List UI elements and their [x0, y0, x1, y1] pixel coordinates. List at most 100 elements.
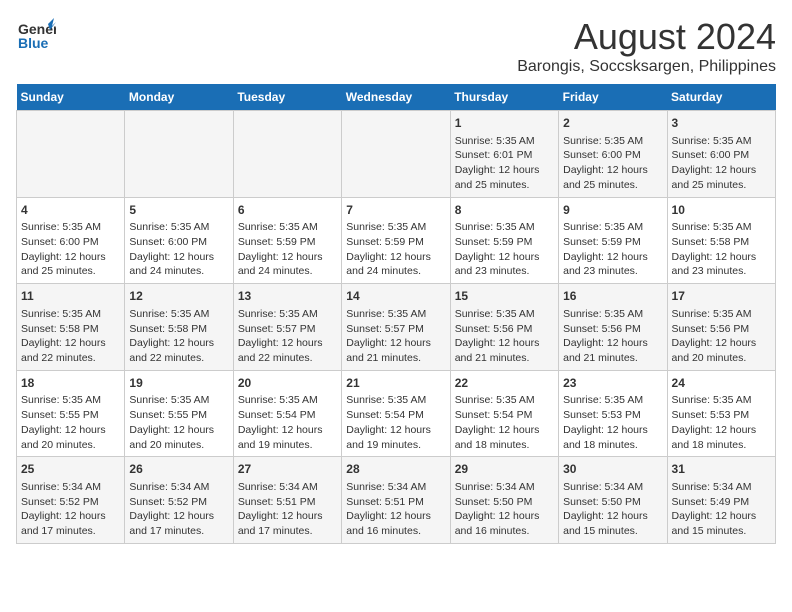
header-sunday: Sunday — [17, 84, 125, 111]
day-number: 29 — [455, 461, 554, 478]
day-info: Sunrise: 5:35 AM Sunset: 5:56 PM Dayligh… — [563, 307, 662, 366]
calendar-cell — [233, 111, 341, 198]
day-number: 16 — [563, 288, 662, 305]
calendar-cell: 13 Sunrise: 5:35 AM Sunset: 5:57 PM Dayli… — [233, 284, 341, 371]
day-info: Sunrise: 5:35 AM Sunset: 5:53 PM Dayligh… — [563, 393, 662, 452]
day-info: Sunrise: 5:35 AM Sunset: 5:59 PM Dayligh… — [563, 220, 662, 279]
calendar-cell: 25 Sunrise: 5:34 AM Sunset: 5:52 PM Dayli… — [17, 457, 125, 544]
calendar-week-row: 11 Sunrise: 5:35 AM Sunset: 5:58 PM Dayli… — [17, 284, 776, 371]
day-number: 19 — [129, 375, 228, 392]
day-number: 17 — [672, 288, 771, 305]
day-info: Sunrise: 5:35 AM Sunset: 5:55 PM Dayligh… — [21, 393, 120, 452]
day-info: Sunrise: 5:34 AM Sunset: 5:52 PM Dayligh… — [129, 480, 228, 539]
day-number: 24 — [672, 375, 771, 392]
calendar-cell: 31Sunrise: 5:34 AM Sunset: 5:49 PM Dayli… — [667, 457, 775, 544]
header-saturday: Saturday — [667, 84, 775, 111]
header-friday: Friday — [559, 84, 667, 111]
day-info: Sunrise: 5:34 AM Sunset: 5:50 PM Dayligh… — [455, 480, 554, 539]
day-number: 28 — [346, 461, 445, 478]
day-number: 5 — [129, 202, 228, 219]
calendar-cell: 15 Sunrise: 5:35 AM Sunset: 5:56 PM Dayli… — [450, 284, 558, 371]
calendar-cell: 9Sunrise: 5:35 AM Sunset: 5:59 PM Daylig… — [559, 197, 667, 284]
calendar-cell: 26 Sunrise: 5:34 AM Sunset: 5:52 PM Dayli… — [125, 457, 233, 544]
day-number: 6 — [238, 202, 337, 219]
day-info: Sunrise: 5:34 AM Sunset: 5:51 PM Dayligh… — [346, 480, 445, 539]
day-info: Sunrise: 5:35 AM Sunset: 5:57 PM Dayligh… — [238, 307, 337, 366]
calendar-cell: 16 Sunrise: 5:35 AM Sunset: 5:56 PM Dayli… — [559, 284, 667, 371]
calendar-cell: 22Sunrise: 5:35 AM Sunset: 5:54 PM Dayli… — [450, 370, 558, 457]
day-number: 10 — [672, 202, 771, 219]
calendar-cell: 11 Sunrise: 5:35 AM Sunset: 5:58 PM Dayli… — [17, 284, 125, 371]
day-number: 12 — [129, 288, 228, 305]
logo-icon: General Blue — [16, 16, 56, 56]
day-info: Sunrise: 5:35 AM Sunset: 6:01 PM Dayligh… — [455, 134, 554, 193]
day-info: Sunrise: 5:35 AM Sunset: 5:58 PM Dayligh… — [672, 220, 771, 279]
day-number: 27 — [238, 461, 337, 478]
day-number: 8 — [455, 202, 554, 219]
day-number: 25 — [21, 461, 120, 478]
calendar-cell: 7Sunrise: 5:35 AM Sunset: 5:59 PM Daylig… — [342, 197, 450, 284]
day-info: Sunrise: 5:35 AM Sunset: 5:59 PM Dayligh… — [238, 220, 337, 279]
calendar-header-row: SundayMondayTuesdayWednesdayThursdayFrid… — [17, 84, 776, 111]
day-number: 26 — [129, 461, 228, 478]
calendar-cell: 3 Sunrise: 5:35 AM Sunset: 6:00 PM Daylig… — [667, 111, 775, 198]
day-info: Sunrise: 5:35 AM Sunset: 5:57 PM Dayligh… — [346, 307, 445, 366]
calendar-cell: 30 Sunrise: 5:34 AM Sunset: 5:50 PM Dayli… — [559, 457, 667, 544]
header-thursday: Thursday — [450, 84, 558, 111]
svg-text:Blue: Blue — [18, 35, 49, 51]
calendar-cell: 4Sunrise: 5:35 AM Sunset: 6:00 PM Daylig… — [17, 197, 125, 284]
day-number: 4 — [21, 202, 120, 219]
day-number: 14 — [346, 288, 445, 305]
header-wednesday: Wednesday — [342, 84, 450, 111]
calendar-week-row: 25 Sunrise: 5:34 AM Sunset: 5:52 PM Dayli… — [17, 457, 776, 544]
calendar-cell: 14 Sunrise: 5:35 AM Sunset: 5:57 PM Dayli… — [342, 284, 450, 371]
day-info: Sunrise: 5:35 AM Sunset: 5:59 PM Dayligh… — [346, 220, 445, 279]
day-info: Sunrise: 5:34 AM Sunset: 5:52 PM Dayligh… — [21, 480, 120, 539]
calendar-cell: 28 Sunrise: 5:34 AM Sunset: 5:51 PM Dayli… — [342, 457, 450, 544]
day-info: Sunrise: 5:34 AM Sunset: 5:51 PM Dayligh… — [238, 480, 337, 539]
day-number: 15 — [455, 288, 554, 305]
day-info: Sunrise: 5:35 AM Sunset: 5:56 PM Dayligh… — [672, 307, 771, 366]
day-number: 18 — [21, 375, 120, 392]
day-number: 23 — [563, 375, 662, 392]
calendar-cell: 21Sunrise: 5:35 AM Sunset: 5:54 PM Dayli… — [342, 370, 450, 457]
calendar-cell: 6Sunrise: 5:35 AM Sunset: 5:59 PM Daylig… — [233, 197, 341, 284]
header-tuesday: Tuesday — [233, 84, 341, 111]
calendar-cell: 24Sunrise: 5:35 AM Sunset: 5:53 PM Dayli… — [667, 370, 775, 457]
day-number: 9 — [563, 202, 662, 219]
calendar-cell: 23Sunrise: 5:35 AM Sunset: 5:53 PM Dayli… — [559, 370, 667, 457]
day-number: 1 — [455, 115, 554, 132]
calendar-cell: 2 Sunrise: 5:35 AM Sunset: 6:00 PM Daylig… — [559, 111, 667, 198]
day-info: Sunrise: 5:35 AM Sunset: 6:00 PM Dayligh… — [563, 134, 662, 193]
calendar-week-row: 18Sunrise: 5:35 AM Sunset: 5:55 PM Dayli… — [17, 370, 776, 457]
day-number: 30 — [563, 461, 662, 478]
day-info: Sunrise: 5:35 AM Sunset: 5:56 PM Dayligh… — [455, 307, 554, 366]
calendar-cell — [125, 111, 233, 198]
calendar-cell: 5Sunrise: 5:35 AM Sunset: 6:00 PM Daylig… — [125, 197, 233, 284]
day-number: 13 — [238, 288, 337, 305]
day-number: 2 — [563, 115, 662, 132]
day-number: 3 — [672, 115, 771, 132]
calendar-cell: 20Sunrise: 5:35 AM Sunset: 5:54 PM Dayli… — [233, 370, 341, 457]
day-info: Sunrise: 5:35 AM Sunset: 6:00 PM Dayligh… — [129, 220, 228, 279]
page-title: August 2024 — [517, 16, 776, 58]
day-info: Sunrise: 5:34 AM Sunset: 5:50 PM Dayligh… — [563, 480, 662, 539]
calendar-cell: 27 Sunrise: 5:34 AM Sunset: 5:51 PM Dayli… — [233, 457, 341, 544]
calendar-cell — [342, 111, 450, 198]
logo: General Blue — [16, 16, 56, 61]
calendar-cell: 1 Sunrise: 5:35 AM Sunset: 6:01 PM Daylig… — [450, 111, 558, 198]
header-monday: Monday — [125, 84, 233, 111]
day-number: 22 — [455, 375, 554, 392]
calendar-cell: 8Sunrise: 5:35 AM Sunset: 5:59 PM Daylig… — [450, 197, 558, 284]
title-block: August 2024 Barongis, Soccsksargen, Phil… — [517, 16, 776, 76]
day-info: Sunrise: 5:35 AM Sunset: 5:54 PM Dayligh… — [238, 393, 337, 452]
day-number: 20 — [238, 375, 337, 392]
day-info: Sunrise: 5:35 AM Sunset: 6:00 PM Dayligh… — [672, 134, 771, 193]
day-info: Sunrise: 5:35 AM Sunset: 5:58 PM Dayligh… — [21, 307, 120, 366]
calendar-cell: 17 Sunrise: 5:35 AM Sunset: 5:56 PM Dayli… — [667, 284, 775, 371]
day-number: 11 — [21, 288, 120, 305]
calendar-week-row: 4Sunrise: 5:35 AM Sunset: 6:00 PM Daylig… — [17, 197, 776, 284]
day-info: Sunrise: 5:35 AM Sunset: 6:00 PM Dayligh… — [21, 220, 120, 279]
page-header: General Blue August 2024 Barongis, Soccs… — [16, 16, 776, 76]
day-info: Sunrise: 5:35 AM Sunset: 5:54 PM Dayligh… — [455, 393, 554, 452]
